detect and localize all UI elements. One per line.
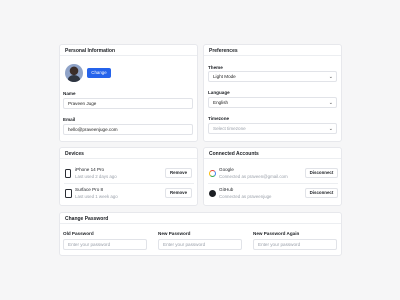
card-heading: Personal Information bbox=[60, 45, 197, 56]
card-heading: Connected Accounts bbox=[204, 148, 341, 159]
language-value: English bbox=[213, 100, 229, 105]
chevron-down-icon: ⌄ bbox=[328, 74, 333, 80]
phone-icon bbox=[65, 169, 71, 178]
timezone-label: Timezone bbox=[208, 116, 230, 121]
change-avatar-button[interactable]: Change bbox=[87, 68, 111, 78]
github-icon bbox=[209, 190, 216, 197]
divider bbox=[208, 183, 338, 184]
new-password-again-label: New Password Again bbox=[253, 231, 300, 236]
chevron-down-icon: ⌄ bbox=[328, 126, 333, 132]
google-icon bbox=[209, 170, 216, 177]
account-name: Google bbox=[219, 167, 234, 172]
old-password-field[interactable]: Enter your password bbox=[63, 239, 147, 250]
personal-information-card: Personal Information Change Name Praveen… bbox=[59, 44, 198, 142]
remove-device-button[interactable]: Remove bbox=[165, 188, 192, 198]
change-password-card: Change Password Old Password Enter your … bbox=[59, 212, 342, 256]
timezone-select[interactable]: Select timezone ⌄ bbox=[208, 123, 337, 134]
theme-select[interactable]: Light Mode ⌄ bbox=[208, 71, 337, 82]
language-select[interactable]: English ⌄ bbox=[208, 97, 337, 108]
remove-device-button[interactable]: Remove bbox=[165, 168, 192, 178]
account-status: Connected as praveen@gmail.com bbox=[219, 174, 288, 179]
chevron-down-icon: ⌄ bbox=[328, 100, 333, 106]
devices-card: Devices iPhone 14 Pro Last used 2 days a… bbox=[59, 147, 198, 206]
theme-value: Light Mode bbox=[213, 74, 236, 79]
email-field[interactable]: hello@praveenjuge.com bbox=[63, 124, 193, 135]
email-label: Email bbox=[63, 117, 76, 122]
device-name: Surface Pro 8 bbox=[75, 187, 104, 192]
old-password-label: Old Password bbox=[63, 231, 94, 236]
account-status: Connected as praveenjuge bbox=[219, 194, 272, 199]
preferences-card: Preferences Theme Light Mode ⌄ Language … bbox=[203, 44, 342, 142]
name-field[interactable]: Praveen Juge bbox=[63, 98, 193, 109]
divider bbox=[64, 183, 194, 184]
timezone-placeholder: Select timezone bbox=[213, 126, 246, 131]
device-status: Last used 1 week ago bbox=[75, 194, 118, 199]
device-name: iPhone 14 Pro bbox=[75, 167, 105, 172]
tablet-icon bbox=[65, 189, 72, 198]
avatar bbox=[65, 64, 83, 82]
language-label: Language bbox=[208, 90, 230, 95]
connected-accounts-card: Connected Accounts Google Connected as p… bbox=[203, 147, 342, 206]
card-heading: Devices bbox=[60, 148, 197, 159]
name-label: Name bbox=[63, 91, 76, 96]
disconnect-button[interactable]: Disconnect bbox=[305, 188, 338, 198]
new-password-label: New Password bbox=[158, 231, 191, 236]
new-password-again-field[interactable]: Enter your password bbox=[253, 239, 337, 250]
card-heading: Change Password bbox=[60, 213, 341, 224]
disconnect-button[interactable]: Disconnect bbox=[305, 168, 338, 178]
device-status: Last used 2 days ago bbox=[75, 174, 117, 179]
account-name: GitHub bbox=[219, 187, 234, 192]
new-password-field[interactable]: Enter your password bbox=[158, 239, 242, 250]
card-heading: Preferences bbox=[204, 45, 341, 56]
